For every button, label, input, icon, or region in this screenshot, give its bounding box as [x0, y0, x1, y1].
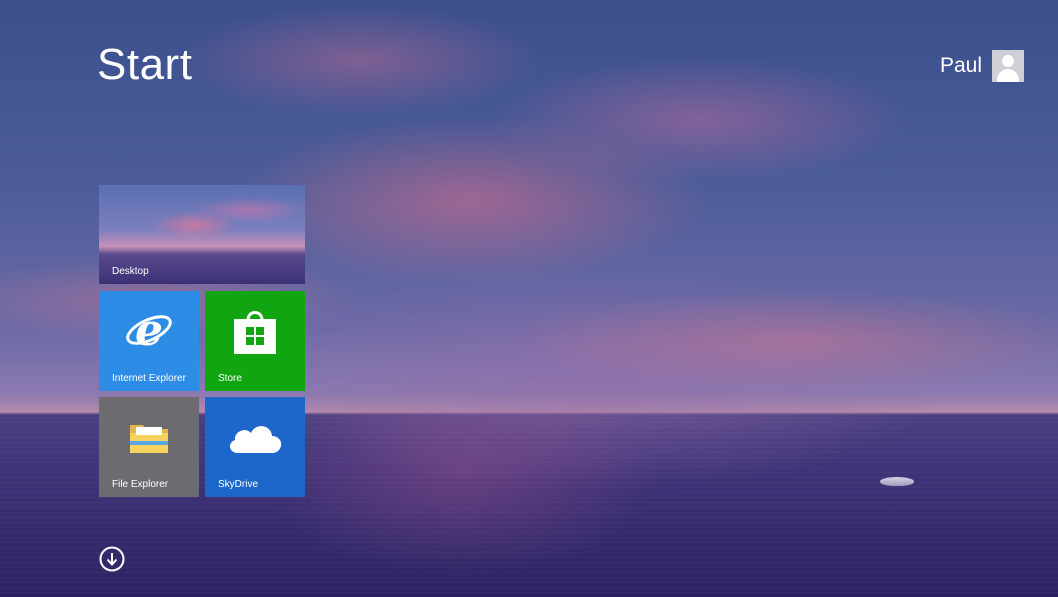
store-bag-icon — [234, 311, 276, 354]
folder-icon — [130, 425, 168, 453]
internet-explorer-icon: e — [126, 306, 172, 356]
tile-file-explorer[interactable]: File Explorer — [99, 397, 199, 497]
start-screen: Start Paul Desktop e Internet Explorer S… — [0, 0, 1058, 597]
svg-text:e: e — [135, 306, 163, 356]
tile-store[interactable]: Store — [205, 291, 305, 391]
all-apps-button[interactable] — [99, 546, 125, 572]
user-name: Paul — [939, 54, 982, 77]
tile-desktop[interactable]: Desktop — [99, 185, 305, 284]
tile-label: Store — [218, 373, 242, 384]
tile-skydrive[interactable]: SkyDrive — [205, 397, 305, 497]
avatar[interactable] — [992, 50, 1024, 82]
tile-label: Desktop — [112, 266, 149, 277]
cloud-icon — [229, 426, 282, 453]
page-title: Start — [97, 40, 193, 89]
tile-label: File Explorer — [112, 479, 169, 490]
boat-in-background — [880, 477, 914, 486]
tile-internet-explorer[interactable]: e Internet Explorer — [99, 291, 199, 391]
avatar-head-shape — [1002, 55, 1014, 67]
user-account[interactable]: Paul — [940, 50, 1024, 82]
down-arrow-circle-icon — [99, 546, 125, 572]
tile-label: Internet Explorer — [112, 373, 186, 384]
avatar-body-shape — [997, 69, 1019, 82]
tile-label: SkyDrive — [218, 479, 259, 490]
